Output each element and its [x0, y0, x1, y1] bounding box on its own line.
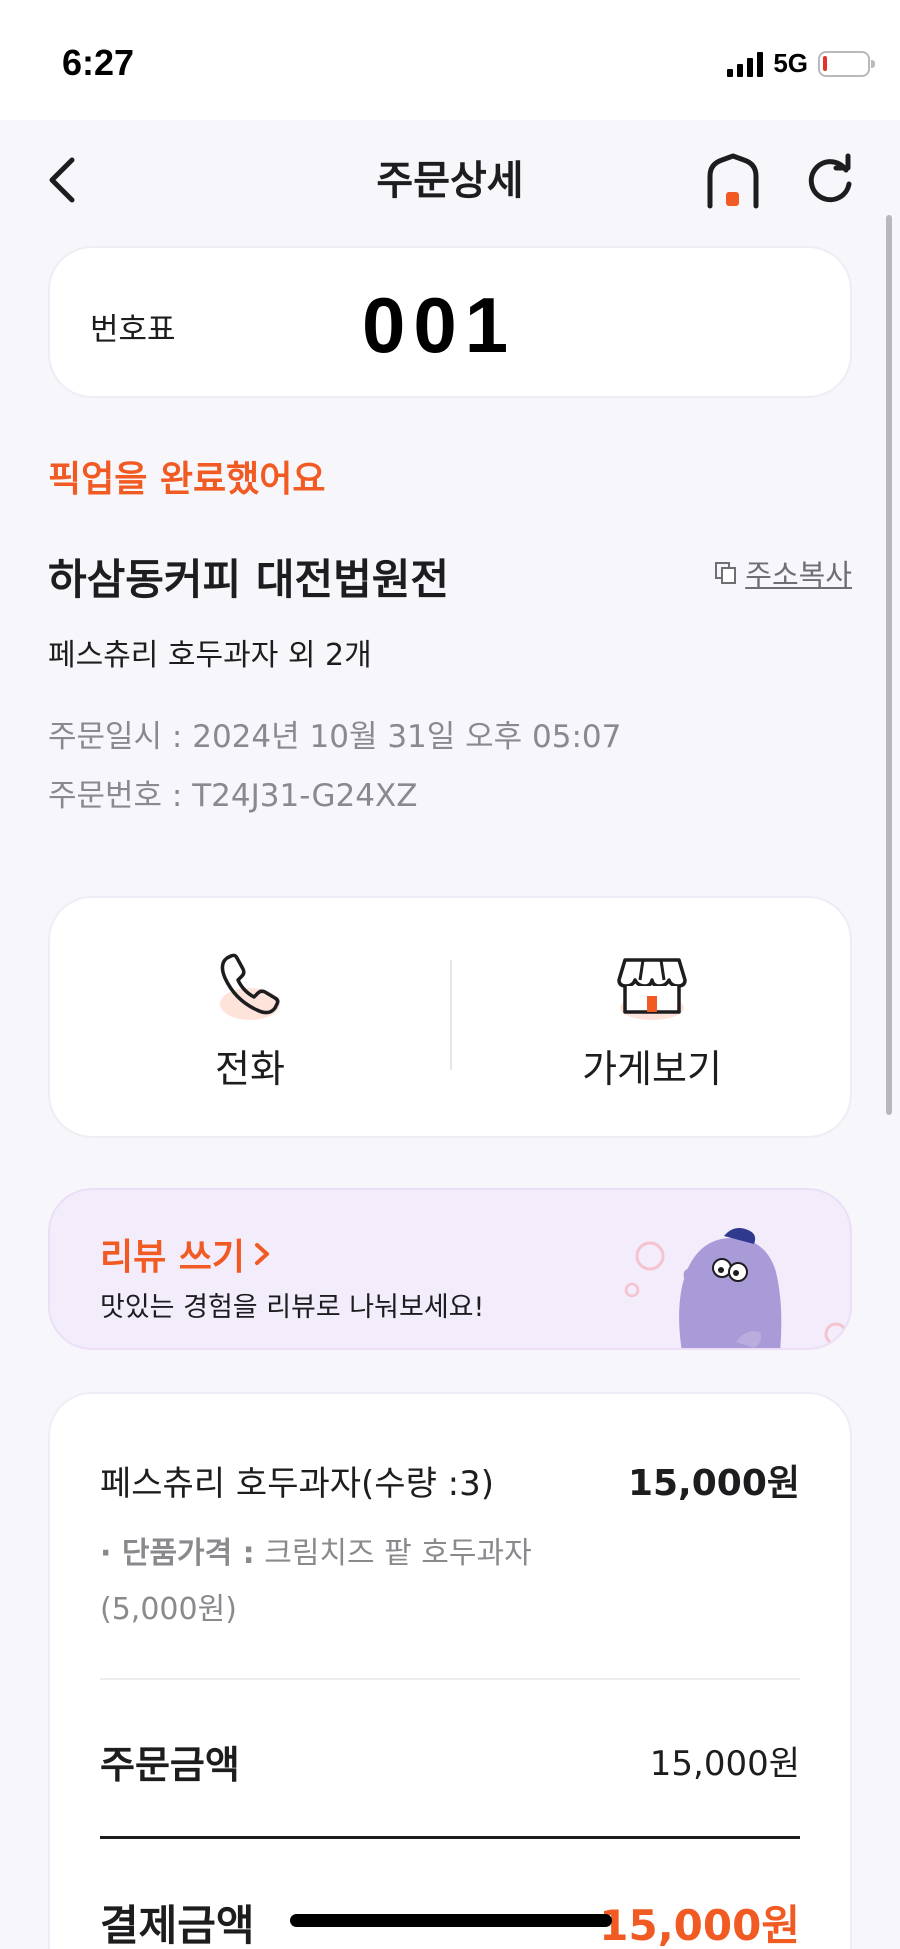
copy-address-label: 주소복사	[745, 558, 852, 592]
chevron-right-icon	[255, 1243, 270, 1265]
call-label: 전화	[215, 1047, 285, 1091]
home-indicator[interactable]	[290, 1914, 612, 1927]
refresh-button[interactable]	[800, 150, 860, 210]
order-date: 주문일시 : 2024년 10월 31일 오후 05:07	[48, 719, 622, 755]
mascot-illustration	[624, 1228, 848, 1348]
order-number: 주문번호 : T24J31-G24XZ	[48, 778, 418, 814]
review-banner[interactable]: 리뷰 쓰기 맛있는 경험을 리뷰로 나눠보세요!	[48, 1188, 852, 1350]
refresh-icon	[808, 153, 852, 203]
store-icon	[617, 958, 687, 1020]
review-title: 리뷰 쓰기	[100, 1228, 273, 1280]
pay-amount-value: 15,000원	[599, 1901, 800, 1949]
order-summary: 페스츄리 호두과자 외 2개	[48, 638, 372, 673]
home-button[interactable]	[702, 150, 764, 212]
phone-icon	[220, 953, 280, 1020]
scrollbar[interactable]	[886, 215, 892, 1115]
order-amount-value: 15,000원	[649, 1744, 800, 1784]
review-subtitle: 맛있는 경험을 리뷰로 나눠보세요!	[100, 1292, 485, 1323]
battery-icon	[818, 50, 875, 77]
ticket-number: 001	[362, 281, 517, 369]
review-title-label: 리뷰 쓰기	[100, 1237, 246, 1278]
page-title: 주문상세	[376, 158, 524, 204]
store-name: 하삼동커피 대전법원전	[48, 555, 450, 604]
row-divider	[100, 1678, 800, 1680]
view-store-label: 가게보기	[582, 1047, 722, 1091]
ticket-card: 번호표 001	[48, 246, 852, 398]
nav-bar: 주문상세	[0, 120, 900, 240]
pickup-status: 픽업을 완료했어요	[48, 459, 326, 500]
order-detail-card: 페스츄리 호두과자(수량 :3) 15,000원 · 단품가격 : 크림치즈 팥…	[48, 1392, 852, 1949]
network-label: 5G	[773, 48, 808, 78]
status-indicators: 5G	[727, 48, 875, 79]
signal-icon	[727, 51, 764, 77]
action-card: 전화 가게보기	[48, 896, 852, 1138]
item-option: · 단품가격 : 크림치즈 팥 호두과자 (5,000원)	[100, 1526, 620, 1638]
item-name: 페스츄리 호두과자(수량 :3)	[100, 1464, 495, 1504]
status-time: 6:27	[62, 42, 135, 83]
item-option-label: · 단품가격 :	[100, 1536, 255, 1571]
pay-amount-label: 결제금액	[100, 1901, 255, 1949]
item-price: 15,000원	[627, 1463, 800, 1504]
status-bar: 6:27 5G	[0, 0, 900, 120]
copy-icon	[715, 562, 737, 584]
home-icon	[707, 153, 759, 209]
order-amount-label: 주문금액	[100, 1743, 240, 1787]
total-divider	[100, 1836, 800, 1839]
view-store-button[interactable]: 가게보기	[452, 898, 852, 1140]
call-button[interactable]: 전화	[50, 898, 450, 1140]
copy-address-button[interactable]: 주소복사	[713, 552, 852, 594]
ticket-label: 번호표	[90, 312, 176, 348]
